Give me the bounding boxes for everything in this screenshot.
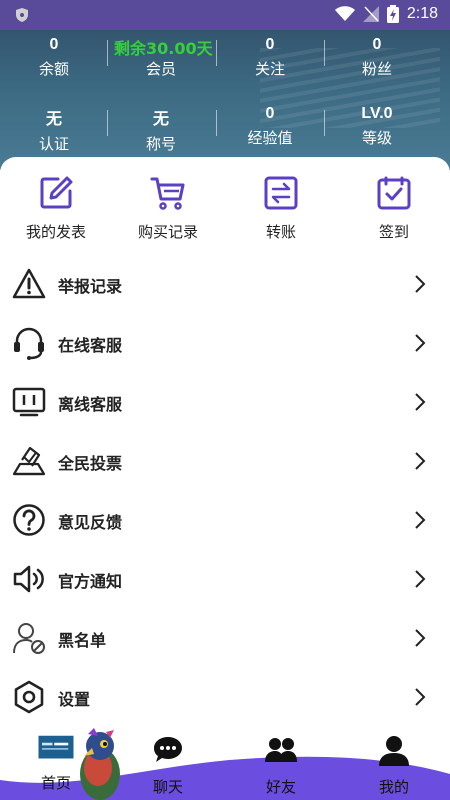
chevron-right-icon xyxy=(415,688,426,706)
menu-item-offline-support[interactable]: 离线客服 xyxy=(0,373,450,432)
stat-label: 余额 xyxy=(38,60,69,78)
menu-label: 全民投票 xyxy=(58,453,123,473)
stat-label: 会员 xyxy=(145,60,176,78)
transfer-icon xyxy=(264,176,298,210)
stat-value: 0 xyxy=(372,36,382,53)
stat-value: 0 xyxy=(265,36,275,53)
checkin-icon xyxy=(377,176,411,210)
warning-icon xyxy=(12,268,46,299)
menu-label: 官方通知 xyxy=(58,571,123,591)
menu-label: 举报记录 xyxy=(58,276,123,296)
stat-followers[interactable]: 0 粉丝 xyxy=(332,36,422,79)
menu-item-feedback[interactable]: 意见反馈 xyxy=(0,491,450,550)
menu-item-public-vote[interactable]: 全民投票 xyxy=(0,432,450,491)
divider xyxy=(216,40,217,66)
quick-transfer[interactable]: 转账 xyxy=(231,175,331,242)
battery-icon xyxy=(386,5,399,23)
menu-item-report-history[interactable]: 举报记录 xyxy=(0,255,450,314)
content-card: 我的发表 购买记录 转账 签到 举报记录 在线客服 离线客服 全民投票 意见反馈… xyxy=(0,157,450,727)
stat-balance[interactable]: 0 余额 xyxy=(9,36,99,79)
menu-item-online-support[interactable]: 在线客服 xyxy=(0,314,450,373)
settings-icon xyxy=(14,680,44,714)
friends-icon xyxy=(265,738,297,762)
menu-label: 黑名单 xyxy=(58,630,107,650)
chat-icon xyxy=(154,737,182,762)
quick-label: 转账 xyxy=(265,223,296,241)
stat-label: 粉丝 xyxy=(361,60,392,78)
nav-friends[interactable]: 好友 xyxy=(246,734,316,797)
shield-icon xyxy=(16,8,28,22)
signal-icon xyxy=(362,6,379,22)
chevron-right-icon xyxy=(415,570,426,588)
quick-label: 我的发表 xyxy=(25,223,86,241)
me-icon xyxy=(379,736,409,766)
quick-label: 购买记录 xyxy=(137,223,198,241)
nav-chat[interactable]: 聊天 xyxy=(133,734,203,797)
quick-checkin[interactable]: 签到 xyxy=(344,175,444,242)
nav-label: 我的 xyxy=(378,778,409,796)
vote-icon xyxy=(12,446,46,476)
quick-my-posts[interactable]: 我的发表 xyxy=(6,175,106,242)
quick-purchase-history[interactable]: 购买记录 xyxy=(118,175,218,242)
speaker-icon xyxy=(13,565,44,593)
divider xyxy=(107,40,108,66)
menu-label: 离线客服 xyxy=(58,394,123,414)
wifi-icon xyxy=(334,6,355,21)
status-bar: 2:18 xyxy=(0,0,450,30)
stat-experience[interactable]: 0 经验值 xyxy=(225,105,315,148)
chevron-right-icon xyxy=(415,452,426,470)
menu-label: 在线客服 xyxy=(58,335,123,355)
question-icon xyxy=(13,504,45,536)
stat-value: 无 xyxy=(152,111,169,128)
divider xyxy=(107,110,108,136)
chevron-right-icon xyxy=(415,629,426,647)
divider xyxy=(324,110,325,136)
divider xyxy=(216,110,217,136)
menu-label: 设置 xyxy=(58,689,91,709)
menu-item-official-notice[interactable]: 官方通知 xyxy=(0,550,450,609)
profile-banner: 剩余30.00天 0 余额 会员 0 关注 0 粉丝 无 认证 无 称号 0 经… xyxy=(0,30,450,170)
parrot-mascot-icon xyxy=(80,728,120,800)
stat-label: 经验值 xyxy=(247,129,293,147)
menu-label: 意见反馈 xyxy=(58,512,123,532)
stat-value: 0 xyxy=(49,36,59,53)
blocked-user-icon xyxy=(13,623,45,654)
stat-value: LV.0 xyxy=(361,105,393,122)
stat-label: 等级 xyxy=(361,129,392,147)
stat-following[interactable]: 0 关注 xyxy=(225,36,315,79)
stat-label: 认证 xyxy=(38,135,69,153)
stat-value: 无 xyxy=(45,111,62,128)
stat-value: 0 xyxy=(265,105,275,122)
bottom-nav: 首页 聊天 好友 我的 xyxy=(0,720,450,800)
chevron-right-icon xyxy=(415,393,426,411)
nav-label: 聊天 xyxy=(152,778,183,796)
stat-title[interactable]: 无 称号 xyxy=(116,105,206,154)
divider xyxy=(324,40,325,66)
menu-item-settings[interactable]: 设置 xyxy=(0,668,450,727)
edit-icon xyxy=(40,176,73,209)
stat-label: 称号 xyxy=(145,135,176,153)
menu-item-blacklist[interactable]: 黑名单 xyxy=(0,609,450,668)
monitor-icon xyxy=(12,387,46,417)
headset-icon xyxy=(14,327,44,360)
nav-me[interactable]: 我的 xyxy=(359,734,429,797)
chevron-right-icon xyxy=(415,334,426,352)
stat-label: 关注 xyxy=(254,60,285,78)
quick-label: 签到 xyxy=(378,223,409,241)
stat-verification[interactable]: 无 认证 xyxy=(9,105,99,154)
cart-icon xyxy=(150,177,185,210)
menu-list: 举报记录 在线客服 离线客服 全民投票 意见反馈 官方通知 黑名单 设置 xyxy=(0,255,450,727)
chevron-right-icon xyxy=(415,275,426,293)
home-thumbnail-icon xyxy=(38,735,74,759)
stat-value xyxy=(116,36,206,54)
clock: 2:18 xyxy=(406,5,438,22)
quick-actions: 我的发表 购买记录 转账 签到 xyxy=(0,175,450,245)
nav-label: 好友 xyxy=(265,778,296,796)
chevron-right-icon xyxy=(415,511,426,529)
stat-membership[interactable]: 会员 xyxy=(116,36,206,79)
stat-level[interactable]: LV.0 等级 xyxy=(332,105,422,148)
